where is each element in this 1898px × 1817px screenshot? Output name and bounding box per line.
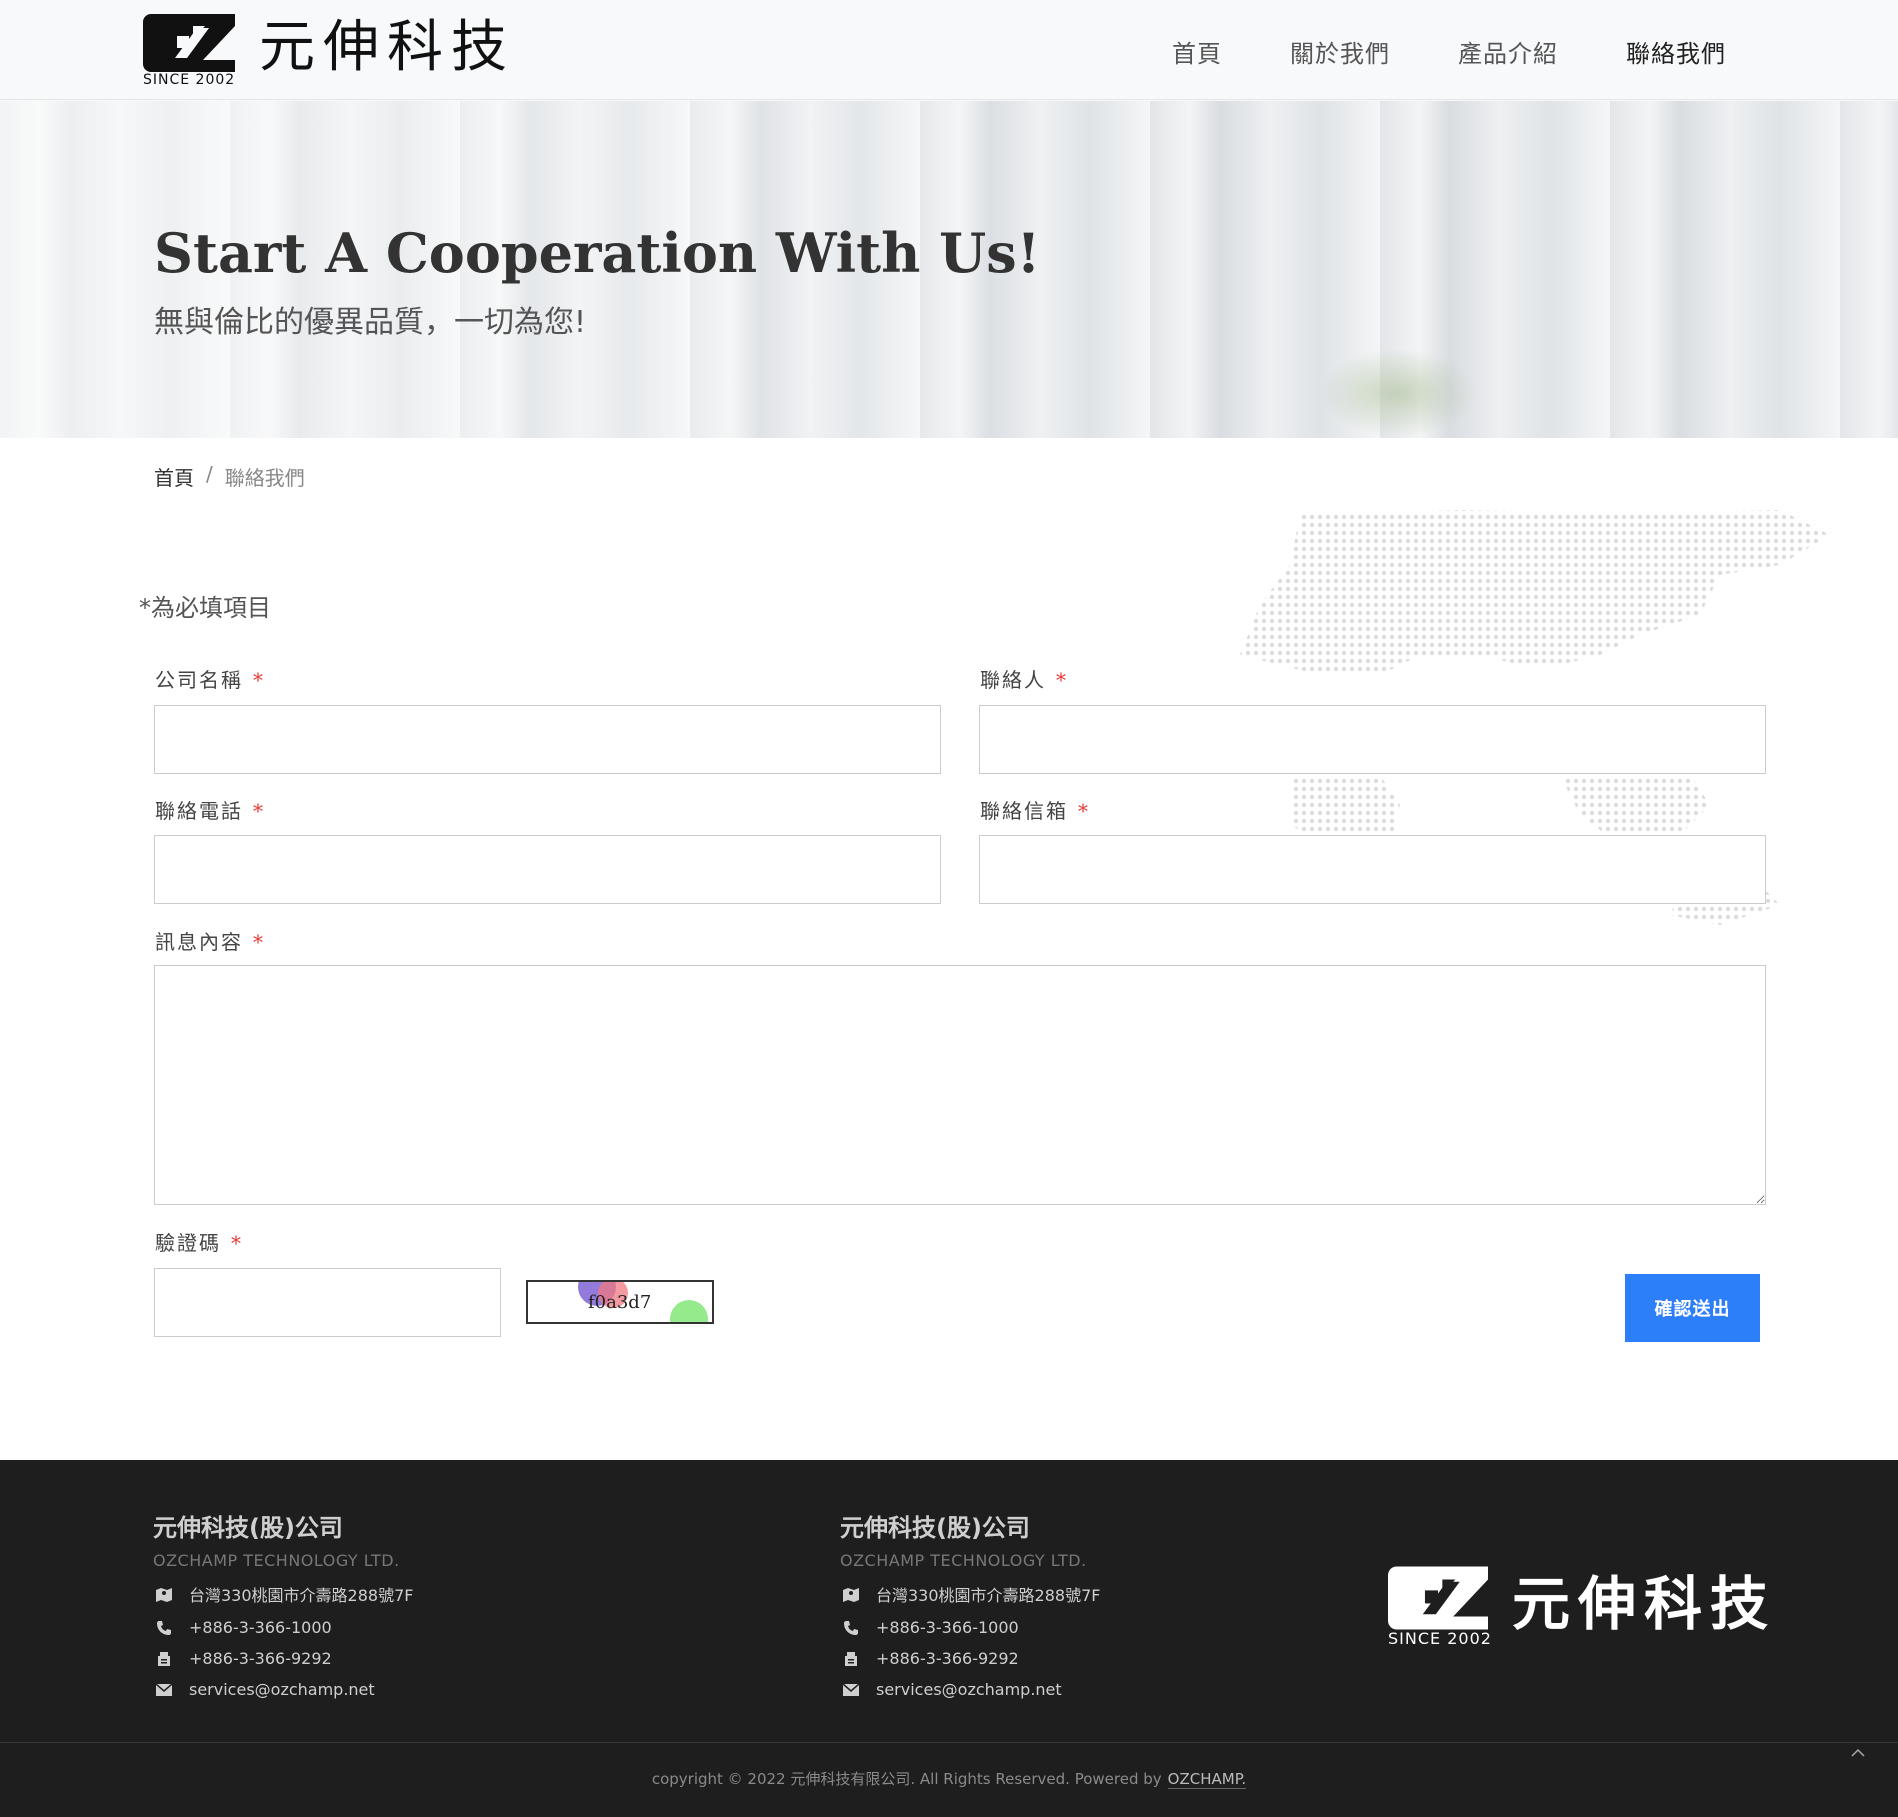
email-input[interactable] <box>979 835 1766 904</box>
site-logo[interactable]: SINCE 2002 元伸科技 <box>143 14 515 88</box>
map-icon <box>840 1585 862 1603</box>
hero-subtitle: 無與倫比的優異品質，一切為您! <box>154 305 587 340</box>
phone-label: 聯絡電話 * <box>155 795 265 824</box>
fax-icon <box>840 1650 862 1668</box>
copyright-text: copyright © 2022 元伸科技有限公司. All Rights Re… <box>651 1770 1162 1788</box>
message-textarea[interactable] <box>154 965 1766 1205</box>
company-name-label-text: 公司名稱 <box>155 668 243 692</box>
footer-phone[interactable]: +886-3-366-1000 <box>876 1618 1019 1637</box>
contact-person-label: 聯絡人 * <box>980 664 1068 693</box>
message-label-text: 訊息內容 <box>155 930 243 954</box>
copyright: copyright © 2022 元伸科技有限公司. All Rights Re… <box>0 1768 1898 1789</box>
footer-email[interactable]: services@ozchamp.net <box>189 1680 375 1699</box>
phone-icon <box>840 1619 862 1637</box>
footer-address-row: 台灣330桃園市介壽路288號7F <box>840 1582 1100 1606</box>
captcha-image[interactable]: f0a3d7 <box>526 1280 714 1324</box>
footer-fax: +886-3-366-9292 <box>189 1649 332 1668</box>
phone-label-text: 聯絡電話 <box>155 799 243 823</box>
footer-logo[interactable]: SINCE 2002 元伸科技 <box>1388 1566 1776 1648</box>
footer-company-english: OZCHAMP TECHNOLOGY LTD. <box>840 1551 1087 1570</box>
company-name-label: 公司名稱 * <box>155 664 265 693</box>
main-nav: 首頁 關於我們 產品介紹 聯絡我們 <box>1172 34 1726 69</box>
required-star: * <box>253 668 265 692</box>
footer-company-name: 元伸科技(股)公司 <box>153 1514 343 1542</box>
footer-contact-column-2: 元伸科技(股)公司 OZCHAMP TECHNOLOGY LTD. 台灣330桃… <box>840 1508 1100 1699</box>
footer-phone-row: +886-3-366-1000 <box>153 1618 413 1637</box>
map-icon <box>153 1585 175 1603</box>
footer-email-row: services@ozchamp.net <box>153 1680 413 1699</box>
message-label: 訊息內容 * <box>155 926 265 955</box>
company-name-input[interactable] <box>154 705 941 774</box>
footer-divider <box>0 1742 1898 1743</box>
envelope-icon <box>840 1681 862 1699</box>
email-label: 聯絡信箱 * <box>980 795 1090 824</box>
footer-fax: +886-3-366-9292 <box>876 1649 1019 1668</box>
required-star: * <box>231 1231 243 1255</box>
contact-person-input[interactable] <box>979 705 1766 774</box>
phone-input[interactable] <box>154 835 941 904</box>
oz-logo-icon: SINCE 2002 <box>1388 1566 1491 1648</box>
footer-address-row: 台灣330桃園市介壽路288號7F <box>153 1582 413 1606</box>
fax-icon <box>153 1650 175 1668</box>
footer-email-row: services@ozchamp.net <box>840 1680 1100 1699</box>
required-star: * <box>253 930 265 954</box>
required-star: * <box>1056 668 1068 692</box>
email-label-text: 聯絡信箱 <box>980 799 1068 823</box>
footer-phone-row: +886-3-366-1000 <box>840 1618 1100 1637</box>
logo-since-text: SINCE 2002 <box>143 72 236 88</box>
footer-email[interactable]: services@ozchamp.net <box>876 1680 1062 1699</box>
footer-address: 台灣330桃園市介壽路288號7F <box>876 1586 1101 1605</box>
site-header: SINCE 2002 元伸科技 首頁 關於我們 產品介紹 聯絡我們 <box>0 0 1898 100</box>
hero-title: Start A Cooperation With Us! <box>154 221 1041 285</box>
footer-company-english: OZCHAMP TECHNOLOGY LTD. <box>153 1551 400 1570</box>
captcha-label: 驗證碼 * <box>155 1227 243 1256</box>
footer-address: 台灣330桃園市介壽路288號7F <box>189 1586 414 1605</box>
required-star: * <box>253 799 265 823</box>
phone-icon <box>153 1619 175 1637</box>
logo-wordmark: 元伸科技 <box>259 15 515 80</box>
back-to-top-button[interactable] <box>1846 1742 1870 1766</box>
nav-item-home[interactable]: 首頁 <box>1172 34 1222 69</box>
oz-logo-icon: SINCE 2002 <box>143 14 235 88</box>
envelope-icon <box>153 1681 175 1699</box>
breadcrumb-current: 聯絡我們 <box>224 466 305 490</box>
footer-phone[interactable]: +886-3-366-1000 <box>189 1618 332 1637</box>
required-star: * <box>1078 799 1090 823</box>
required-note: *為必填項目 <box>139 594 271 622</box>
nav-item-products[interactable]: 產品介紹 <box>1458 34 1558 69</box>
breadcrumb-separator: / <box>206 462 213 486</box>
footer-fax-row: +886-3-366-9292 <box>840 1649 1100 1668</box>
footer-contact-column-1: 元伸科技(股)公司 OZCHAMP TECHNOLOGY LTD. 台灣330桃… <box>153 1508 413 1699</box>
submit-button[interactable]: 確認送出 <box>1625 1274 1760 1342</box>
hero-banner: Start A Cooperation With Us! 無與倫比的優異品質，一… <box>0 101 1898 438</box>
nav-item-contact[interactable]: 聯絡我們 <box>1626 34 1726 69</box>
breadcrumb: 首頁 / 聯絡我們 <box>154 462 305 491</box>
nav-item-about[interactable]: 關於我們 <box>1290 34 1390 69</box>
captcha-input[interactable] <box>154 1268 501 1337</box>
breadcrumb-home[interactable]: 首頁 <box>154 462 194 491</box>
footer-fax-row: +886-3-366-9292 <box>153 1649 413 1668</box>
logo-since-text: SINCE 2002 <box>1388 1629 1492 1648</box>
footer-company-name: 元伸科技(股)公司 <box>840 1514 1030 1542</box>
logo-wordmark: 元伸科技 <box>1512 1570 1777 1638</box>
captcha-label-text: 驗證碼 <box>155 1231 221 1255</box>
contact-person-label-text: 聯絡人 <box>980 668 1046 692</box>
powered-by-link[interactable]: OZCHAMP. <box>1167 1770 1247 1789</box>
chevron-up-icon <box>1850 1742 1866 1763</box>
captcha-code: f0a3d7 <box>588 1292 652 1313</box>
captcha-noise-circle <box>670 1300 708 1322</box>
